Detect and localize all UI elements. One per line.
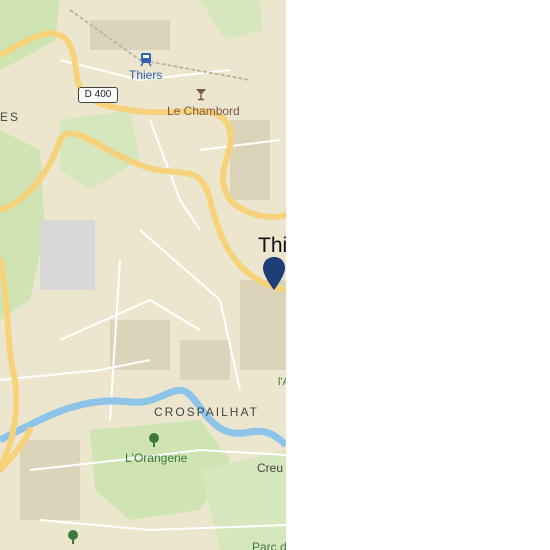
tree-icon[interactable] <box>147 432 161 448</box>
place-label-fragment: l'A <box>278 376 286 388</box>
map-layer <box>0 0 286 550</box>
station-label[interactable]: Thiers <box>129 68 162 82</box>
park-label[interactable]: L'Orangerie <box>125 451 187 465</box>
train-station-icon[interactable] <box>138 51 154 67</box>
place-label-fragment: Creu <box>257 461 284 475</box>
town-label[interactable]: Thi <box>258 234 286 258</box>
place-label-fragment: ES <box>0 110 21 124</box>
green-area-center <box>60 110 140 190</box>
map-canvas[interactable]: Thiers D 400 Le Chambord ES Thi l'A CROS… <box>0 0 286 550</box>
poi-label[interactable]: Le Chambord <box>167 104 240 118</box>
location-pin-icon[interactable] <box>262 256 286 292</box>
bar-icon[interactable] <box>194 87 208 101</box>
park-label-fragment: Parc d <box>252 540 286 550</box>
industrial-block <box>40 220 95 290</box>
district-label: CROSPAILHAT <box>154 405 259 419</box>
green-area-ne <box>200 0 262 40</box>
tree-icon[interactable] <box>66 529 80 545</box>
road-number-shield: D 400 <box>78 87 118 103</box>
blank-panel <box>286 0 550 550</box>
